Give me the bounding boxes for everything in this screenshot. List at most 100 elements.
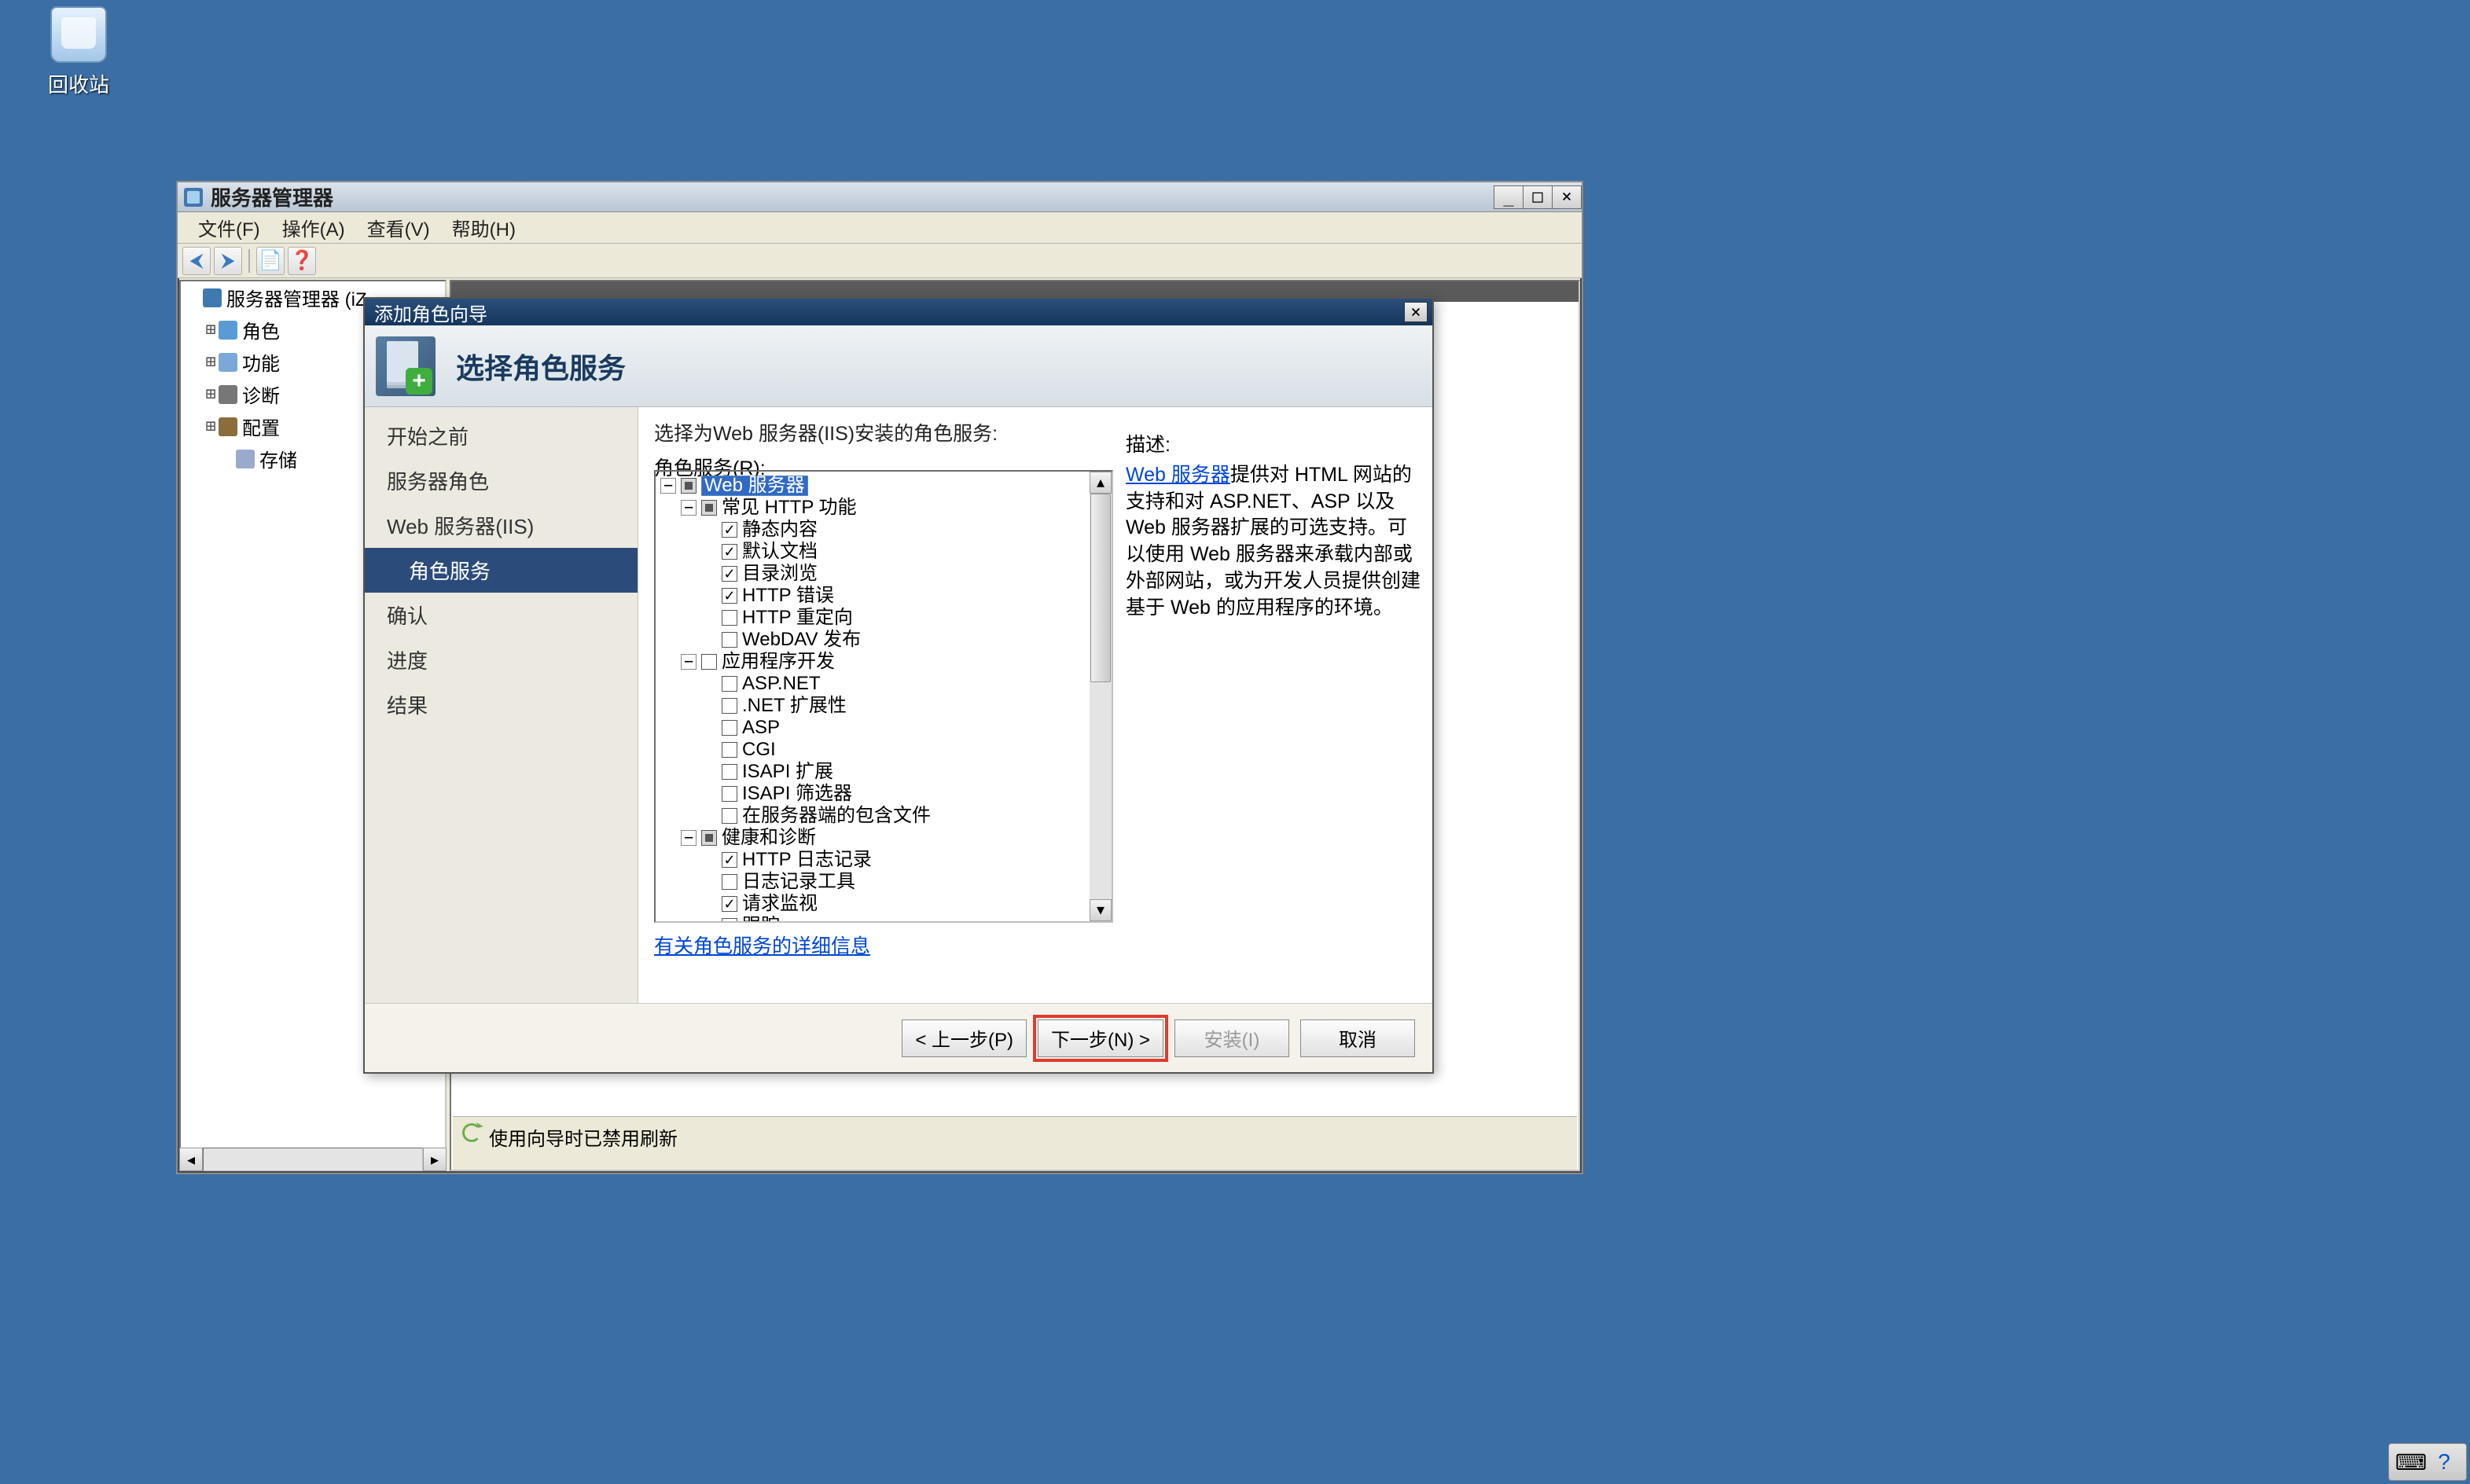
tree-horizontal-scrollbar[interactable]: ◂ ▸ [179,1148,447,1171]
refresh-icon [462,1123,481,1142]
node-http-redirect[interactable]: HTTP 重定向 [657,607,1088,629]
node-dir-browse[interactable]: ✓目录浏览 [657,563,1088,585]
node-default-doc[interactable]: ✓默认文档 [657,541,1088,563]
desktop-icon-recycle-bin[interactable]: 回收站 [24,6,134,98]
role-services-tree[interactable]: − Web 服务器 − 常见 HTTP 功能 ✓静态内容 ✓默认文档 ✓目录浏览… [654,470,1113,923]
node-health[interactable]: − 健康和诊断 [657,827,1088,849]
checkbox[interactable] [722,808,737,824]
checkbox[interactable] [722,786,737,802]
checkbox[interactable]: ✓ [722,896,737,912]
toolbar: ⮜ ⮞ 📄 ❓ [178,244,1582,278]
checkbox[interactable]: ✓ [722,852,737,868]
checkbox[interactable] [722,632,737,648]
checkbox[interactable]: ✓ [722,544,737,560]
previous-button[interactable]: < 上一步(P) [902,1019,1027,1057]
wizard-titlebar[interactable]: 添加角色向导 × [365,299,1432,325]
menu-action[interactable]: 操作(A) [271,211,356,244]
node-net-ext[interactable]: .NET 扩展性 [657,695,1088,717]
maximize-button[interactable]: □ [1523,186,1553,209]
nav-server-roles[interactable]: 服务器角色 [365,458,638,503]
node-webdav[interactable]: WebDAV 发布 [657,629,1088,651]
status-bar: 使用向导时已禁用刷新 [453,1116,1577,1170]
checkbox[interactable] [722,918,737,921]
checkbox-tristate[interactable] [701,500,717,516]
nav-confirmation[interactable]: 确认 [365,593,638,637]
checkbox[interactable] [722,742,737,758]
checkbox[interactable]: ✓ [722,522,737,538]
node-isapi-filter[interactable]: ISAPI 筛选器 [657,783,1088,805]
scroll-track[interactable] [203,1148,423,1171]
nav-forward-button[interactable]: ⮞ [214,247,242,275]
expand-icon[interactable]: − [660,478,676,494]
node-http-log[interactable]: ✓HTTP 日志记录 [657,849,1088,871]
node-asp[interactable]: ASP [657,717,1088,739]
checkbox-tristate[interactable] [701,830,717,846]
wizard-header-icon [376,336,436,396]
add-roles-wizard-dialog: 添加角色向导 × 选择角色服务 开始之前 服务器角色 Web 服务器(IIS) … [363,297,1434,1074]
checkbox[interactable] [722,874,737,890]
nav-back-button[interactable]: ⮜ [182,247,211,275]
scroll-down-button[interactable]: ▾ [1090,899,1112,921]
nav-results[interactable]: 结果 [365,682,638,727]
scroll-track[interactable] [1090,494,1112,899]
checkbox[interactable] [722,720,737,736]
more-info-link[interactable]: 有关角色服务的详细信息 [654,931,870,959]
minimize-button[interactable]: _ [1494,186,1524,209]
expand-icon[interactable]: − [681,830,697,846]
menu-view[interactable]: 查看(V) [356,211,441,244]
checkbox[interactable] [701,654,717,670]
checkbox[interactable] [722,676,737,692]
node-common-http[interactable]: − 常见 HTTP 功能 [657,497,1088,519]
tree-vertical-scrollbar[interactable]: ▴ ▾ [1090,472,1112,921]
node-http-errors[interactable]: ✓HTTP 错误 [657,585,1088,607]
expand-icon[interactable]: − [681,654,697,670]
checkbox[interactable] [722,698,737,714]
description-panel: 描述: Web 服务器提供对 HTML 网站的支持和对 ASP.NET、ASP … [1126,432,1423,621]
tray-keyboard-icon[interactable]: ⌨ [2398,1449,2424,1475]
description-link[interactable]: Web 服务器 [1126,464,1230,486]
scroll-thumb[interactable] [1090,494,1111,682]
recycle-bin-label: 回收站 [24,69,134,98]
status-text: 使用向导时已禁用刷新 [489,1123,678,1151]
node-tracing[interactable]: 跟踪 [657,915,1088,921]
nav-web-server-iis[interactable]: Web 服务器(IIS) [365,503,638,548]
server-manager-titlebar[interactable]: 服务器管理器 _ □ × [178,182,1582,212]
checkbox[interactable] [722,610,737,626]
nav-role-services[interactable]: 角色服务 [365,548,638,593]
close-button[interactable]: × [1552,186,1582,209]
wizard-footer: < 上一步(P) 下一步(N) > 安装(I) 取消 [365,1003,1432,1072]
checkbox[interactable]: ✓ [722,566,737,582]
next-button[interactable]: 下一步(N) > [1038,1019,1163,1057]
toolbar-btn-2[interactable]: ❓ [288,247,316,275]
node-app-dev[interactable]: − 应用程序开发 [657,651,1088,673]
wizard-header: 选择角色服务 [365,325,1432,407]
node-req-monitor[interactable]: ✓请求监视 [657,893,1088,915]
scroll-right-button[interactable]: ▸ [423,1148,447,1171]
tray-help-icon[interactable]: ? [2431,1449,2457,1475]
scroll-left-button[interactable]: ◂ [179,1148,203,1171]
node-aspnet[interactable]: ASP.NET [657,673,1088,695]
checkbox[interactable]: ✓ [722,588,737,604]
node-static-content[interactable]: ✓静态内容 [657,519,1088,541]
nav-progress[interactable]: 进度 [365,637,638,682]
expand-icon[interactable]: − [681,500,697,516]
checkbox-tristate[interactable] [681,478,697,494]
toolbar-btn-1[interactable]: 📄 [256,247,285,275]
node-web-server[interactable]: − Web 服务器 [657,475,1088,497]
menu-file[interactable]: 文件(F) [187,211,271,244]
description-body: Web 服务器提供对 HTML 网站的支持和对 ASP.NET、ASP 以及 W… [1126,462,1423,622]
cancel-button[interactable]: 取消 [1300,1019,1415,1057]
server-manager-icon [184,188,203,207]
node-ssi[interactable]: 在服务器端的包含文件 [657,805,1088,827]
nav-before-you-begin[interactable]: 开始之前 [365,413,638,458]
menu-help[interactable]: 帮助(H) [441,211,527,244]
server-manager-title: 服务器管理器 [211,182,1494,211]
node-log-tools[interactable]: 日志记录工具 [657,871,1088,893]
checkbox[interactable] [722,764,737,780]
node-cgi[interactable]: CGI [657,739,1088,761]
wizard-close-button[interactable]: × [1404,302,1428,322]
toolbar-separator [248,249,250,273]
node-isapi-ext[interactable]: ISAPI 扩展 [657,761,1088,783]
description-header: 描述: [1126,432,1423,459]
scroll-up-button[interactable]: ▴ [1090,472,1112,494]
